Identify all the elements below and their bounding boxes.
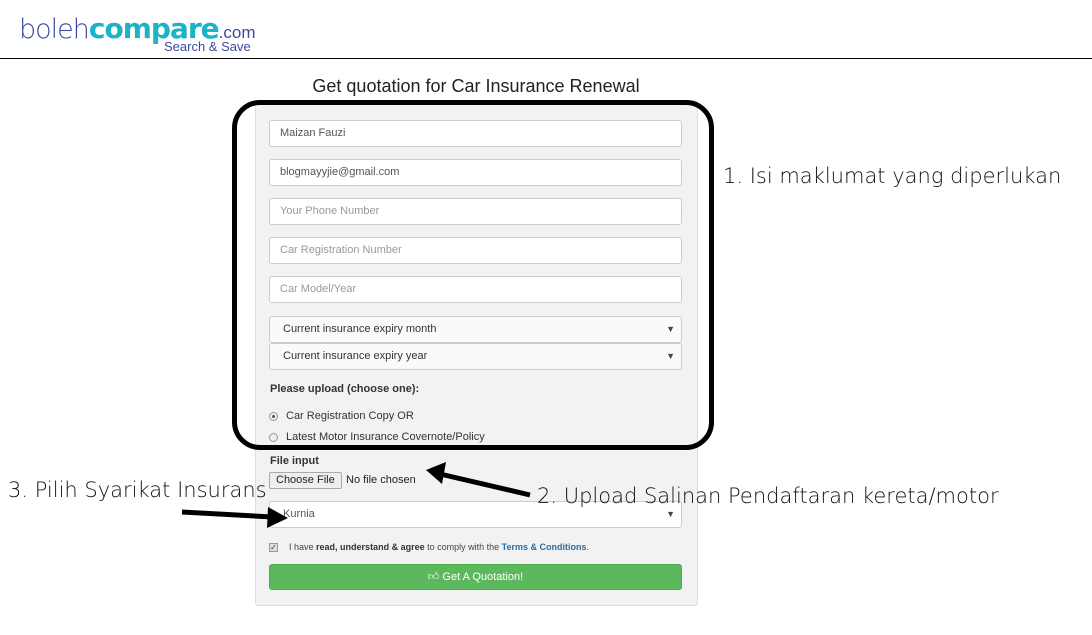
arrow-icon — [181, 507, 288, 528]
arrow-icon — [426, 462, 531, 498]
annotation-arrows — [181, 462, 531, 528]
